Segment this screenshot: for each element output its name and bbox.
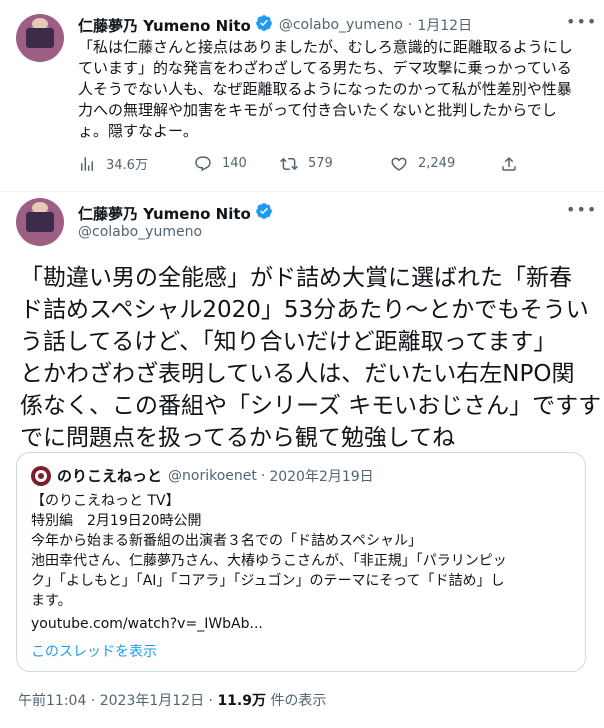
author-handle[interactable]: @colabo_yumeno xyxy=(279,17,403,33)
tweet-text-line: ょ。隠すなよー。 xyxy=(78,122,198,140)
views-icon xyxy=(81,156,93,171)
tweet-time[interactable]: 午前11:04 xyxy=(18,693,86,709)
quoted-text-line: 特別編 2月19日20時公開 xyxy=(31,513,202,529)
tweet2-text: 「勘違い男の全能感」がド詰め大賞に選ばれた「新春 ド詰めスペシャル2020」53… xyxy=(20,262,602,454)
quoted-text-line: 今年から始まる新番組の出演者３名での「ド詰めスペシャル」 xyxy=(31,533,423,549)
like-count: 2,249 xyxy=(418,156,456,171)
reply-action[interactable]: 140 xyxy=(194,154,280,173)
tweet-text-line: ド詰めスペシャル2020」53分あたり〜とかでもそうい xyxy=(20,297,589,323)
tweet1-actions: 34.6万 140 579 2,249 xyxy=(78,154,578,173)
views-count: 34.6万 xyxy=(106,158,148,173)
tweet2-header: 仁藤夢乃 Yumeno Nito xyxy=(78,202,273,224)
retweet-count: 579 xyxy=(308,156,333,171)
quoted-author-handle: @norikoenet xyxy=(168,467,257,484)
quoted-author-avatar xyxy=(31,465,51,486)
views-total: 11.9万 xyxy=(217,693,266,709)
tweet-text-line: 力への無理解や加害をキモがって付き合いたくないと批判したからでし xyxy=(78,101,557,119)
quoted-text-line: ます。 xyxy=(31,593,72,609)
tweet-text-line: 係なく、この番組や「シリーズ キモいおじさん」ですす xyxy=(20,393,602,419)
tweet-date[interactable]: 1月12日 xyxy=(417,15,472,35)
tweet-text-line: とかわざわざ表明している人は、だいたい右左NPO関 xyxy=(20,361,575,387)
tweet-meta: 午前11:04 · 2023年1月12日 · 11.9万 件の表示 xyxy=(18,690,326,710)
tweet-divider xyxy=(0,191,604,192)
tweet-text-line: でに問題点を扱ってるから観て勉強してね xyxy=(20,425,456,451)
author-handle[interactable]: @colabo_yumeno xyxy=(78,224,202,240)
reply-icon xyxy=(195,156,211,171)
verified-badge-icon xyxy=(255,14,273,36)
retweet-action[interactable]: 579 xyxy=(280,154,390,173)
tweet-text-line: ています」的な発言をわざわざしてる男たち、デマ攻撃に乗っかっている xyxy=(78,59,572,77)
tweet1-text: 「私は仁藤さんと接点はありましたが、むしろ意識的に距離取るようにし ています」的… xyxy=(78,37,578,142)
tweet-text-line: う話してるけど、「知り合いだけど距離取ってます」 xyxy=(20,329,557,355)
retweet-icon xyxy=(280,157,298,170)
tweet-text-line: 「私は仁藤さんと接点はありましたが、むしろ意識的に距離取るようにし xyxy=(78,38,573,56)
dot-separator: · xyxy=(90,693,96,709)
tweet1-header: 仁藤夢乃 Yumeno Nito @colabo_yumeno · 1月12日 xyxy=(78,14,472,36)
tweet-full-date[interactable]: 2023年1月12日 xyxy=(100,693,204,709)
tweet-text-line: 人そうでない人も、なぜ距離取るようになったのかって私が性差別や性暴 xyxy=(78,80,572,98)
heart-icon xyxy=(391,157,407,171)
quoted-tweet-header: のりこえねっと @norikoenet · 2020年2月19日 xyxy=(31,465,374,486)
author-name[interactable]: 仁藤夢乃 Yumeno Nito xyxy=(78,15,251,36)
quoted-text-line: 池田幸代さん、仁藤夢乃さん、大椿ゆうこさんが、「非正規」「パラリンピッ xyxy=(31,553,507,569)
like-action[interactable]: 2,249 xyxy=(390,154,500,173)
verified-badge-icon xyxy=(255,202,273,224)
dot-separator: · xyxy=(208,693,213,709)
reply-count: 140 xyxy=(222,156,247,171)
quoted-text-line: ク」「よしもと」「AI」「コアラ」「ジュゴン」のテーマにそって「ド詰め」し xyxy=(31,573,505,589)
quoted-tweet-text: 【のりこえねっと TV】 特別編 2月19日20時公開 今年から始まる新番組の出… xyxy=(31,491,576,634)
quoted-tweet-card[interactable]: のりこえねっと @norikoenet · 2020年2月19日 【のりこえねっ… xyxy=(16,452,586,672)
dot-separator: · xyxy=(260,467,266,484)
quoted-author-name: のりこえねっと xyxy=(57,467,163,485)
views-action[interactable]: 34.6万 xyxy=(78,154,194,173)
quoted-tweet-date: 2020年2月19日 xyxy=(269,468,374,485)
author-name[interactable]: 仁藤夢乃 Yumeno Nito xyxy=(78,203,251,224)
dot-separator: · xyxy=(407,17,413,33)
more-options-icon[interactable]: ••• xyxy=(566,12,597,31)
quoted-text-line: 【のりこえねっと TV】 xyxy=(31,493,180,509)
share-action[interactable] xyxy=(500,154,528,173)
tweet-text-line: 「勘違い男の全能感」がド詰め大賞に選ばれた「新春 xyxy=(20,265,572,291)
share-icon xyxy=(502,156,516,171)
author-avatar[interactable] xyxy=(16,14,64,62)
quoted-link[interactable]: youtube.com/watch?v=_IWbAb... xyxy=(31,614,576,634)
views-label: 件の表示 xyxy=(270,693,327,709)
more-options-icon[interactable]: ••• xyxy=(566,200,597,219)
show-thread-link[interactable]: このスレッドを表示 xyxy=(31,641,157,661)
author-avatar[interactable] xyxy=(16,198,64,246)
